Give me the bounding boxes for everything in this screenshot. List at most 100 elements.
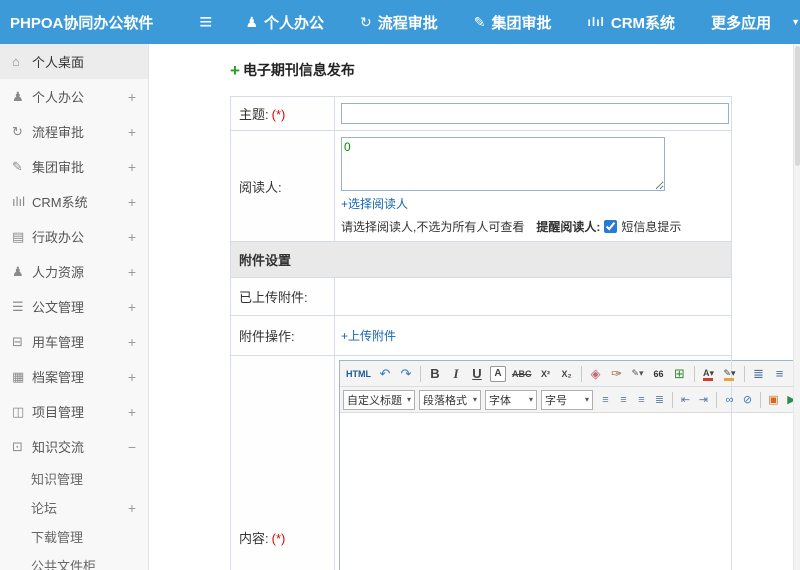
toolbar-separator bbox=[716, 391, 717, 408]
expand-toggle[interactable]: + bbox=[128, 334, 136, 350]
toolbar-separator bbox=[743, 365, 745, 382]
superscript-icon[interactable]: X² bbox=[536, 364, 556, 384]
sidebar-item-project-mgmt[interactable]: ◫ 项目管理 + bbox=[0, 394, 148, 429]
nav-group-approval-label: 集团审批 bbox=[491, 14, 552, 32]
expand-toggle[interactable]: + bbox=[128, 299, 136, 315]
align-right-icon[interactable]: ≡ bbox=[633, 390, 650, 410]
editor-content-area[interactable] bbox=[340, 413, 796, 570]
sidebar-subitem-public-file-cabinet[interactable]: 公共文件柜 bbox=[0, 551, 148, 570]
italic-icon[interactable]: I bbox=[446, 364, 466, 384]
html-source-icon[interactable]: HTML bbox=[343, 364, 374, 384]
uploaded-attachments-field-cell bbox=[334, 277, 732, 316]
rich-text-editor: HTML↶↷BIUAABCX²X₂◈✑✎▾66⊞A▾✎▾≣≡◱ 自定义标题▾段落… bbox=[339, 360, 797, 570]
highlight-color-icon[interactable]: ✎▾ bbox=[720, 364, 740, 384]
sidebar-item-personal-desktop[interactable]: ⌂ 个人桌面 bbox=[0, 44, 148, 79]
font-family-select[interactable]: 字体 ▾ bbox=[485, 389, 537, 410]
align-justify-icon[interactable]: ≣ bbox=[651, 390, 668, 410]
sidebar-item-document-mgmt[interactable]: ☰ 公文管理 + bbox=[0, 289, 148, 324]
paragraph-format-select[interactable]: 段落格式 ▾ bbox=[419, 389, 481, 410]
nav-crm-system[interactable]: ılıl CRM系统 bbox=[588, 12, 676, 33]
link-icon[interactable]: ∞ bbox=[721, 390, 738, 410]
nav-workflow-approval[interactable]: ↻ 流程审批 bbox=[360, 12, 438, 33]
readers-label-cell: 阅读人: bbox=[230, 130, 335, 242]
undo-icon[interactable]: ↶ bbox=[375, 364, 395, 384]
custom-title-select-value: 自定义标题 bbox=[347, 394, 402, 407]
subject-row: 主题: (*) bbox=[230, 96, 732, 131]
subject-input[interactable] bbox=[341, 103, 729, 124]
people-icon: ♟ bbox=[12, 263, 24, 279]
sidebar-item-personal-office[interactable]: ♟ 个人办公 + bbox=[0, 79, 148, 114]
sidebar-item-vehicle-mgmt[interactable]: ⊟ 用车管理 + bbox=[0, 324, 148, 359]
uploaded-attachments-label: 已上传附件: bbox=[239, 290, 308, 305]
sidebar-item-crm-system[interactable]: ılıl CRM系统 + bbox=[0, 184, 148, 219]
chevron-down-icon[interactable]: ▼ bbox=[791, 17, 800, 27]
content-label-cell: 内容: (*) bbox=[230, 355, 335, 570]
expand-toggle[interactable]: + bbox=[128, 124, 136, 140]
table-icon[interactable]: ⊞ bbox=[670, 364, 690, 384]
font-color-icon[interactable]: A▾ bbox=[699, 364, 719, 384]
sidebar-item-workflow-approval[interactable]: ↻ 流程审批 + bbox=[0, 114, 148, 149]
collapse-toggle[interactable]: − bbox=[128, 439, 136, 455]
subscript-icon[interactable]: X₂ bbox=[557, 364, 577, 384]
sidebar-subitem-knowledge-mgmt[interactable]: 知识管理 bbox=[0, 464, 148, 493]
expand-toggle[interactable]: + bbox=[128, 89, 136, 105]
sidebar-subitem-download-mgmt[interactable]: 下载管理 bbox=[0, 522, 148, 551]
sidebar-item-archive-mgmt[interactable]: ▦ 档案管理 + bbox=[0, 359, 148, 394]
align-left-icon[interactable]: ≡ bbox=[597, 390, 614, 410]
expand-toggle[interactable]: + bbox=[128, 229, 136, 245]
nav-more-apps[interactable]: 更多应用 ▼ bbox=[711, 12, 800, 33]
sms-checkbox[interactable] bbox=[604, 220, 618, 233]
align-center-icon[interactable]: ≡ bbox=[615, 390, 632, 410]
expand-toggle[interactable]: + bbox=[128, 159, 136, 175]
pen-dropdown-icon[interactable]: ✎▾ bbox=[628, 364, 648, 384]
sidebar-subitem-forum[interactable]: 论坛 + bbox=[0, 493, 148, 522]
expand-toggle[interactable]: + bbox=[128, 264, 136, 280]
nav-group-approval[interactable]: ✎ 集团审批 bbox=[474, 12, 552, 33]
sidebar-item-group-approval[interactable]: ✎ 集团审批 + bbox=[0, 149, 148, 184]
readers-hint-line: 请选择阅读人,不选为所有人可查看 提醒阅读人: 短信息提示 bbox=[341, 218, 725, 235]
unlink-icon[interactable]: ⊘ bbox=[739, 390, 756, 410]
main-content: + 电子期刊信息发布 主题: (*) 阅读人: 0 +选择阅读人 请选择阅读人,… bbox=[149, 44, 800, 570]
nav-crm-system-label: CRM系统 bbox=[610, 14, 676, 32]
eraser-icon[interactable]: ◈ bbox=[586, 364, 606, 384]
toolbar-separator bbox=[672, 391, 673, 408]
page-title: + 电子期刊信息发布 bbox=[230, 60, 800, 80]
indent-icon[interactable]: ⇥ bbox=[695, 390, 712, 410]
sidebar: ⌂ 个人桌面 ♟ 个人办公 + ↻ 流程审批 + ✎ 集团审批 + ılıl C… bbox=[0, 44, 149, 570]
image-icon[interactable]: ▣ bbox=[765, 390, 782, 410]
hamburger-menu-icon[interactable]: ≡ bbox=[196, 11, 215, 33]
font-size-select[interactable]: 字号 ▾ bbox=[541, 389, 593, 410]
select-readers-link[interactable]: +选择阅读人 bbox=[341, 195, 408, 212]
sidebar-item-knowledge-exchange[interactable]: ⊡ 知识交流 − bbox=[0, 429, 148, 464]
sidebar-item-hr[interactable]: ♟ 人力资源 + bbox=[0, 254, 148, 289]
underline-icon[interactable]: U bbox=[467, 364, 487, 384]
nav-workflow-approval-label: 流程审批 bbox=[377, 14, 438, 32]
redo-icon[interactable]: ↷ bbox=[396, 364, 416, 384]
upload-attachment-link[interactable]: +上传附件 bbox=[341, 327, 396, 344]
custom-title-select[interactable]: 自定义标题 ▾ bbox=[343, 389, 415, 410]
expand-toggle[interactable]: + bbox=[128, 404, 136, 420]
readers-textarea[interactable]: 0 bbox=[341, 137, 665, 191]
outdent-icon[interactable]: ⇤ bbox=[677, 390, 694, 410]
toolbar-separator bbox=[420, 365, 421, 382]
expand-toggle[interactable]: + bbox=[128, 500, 136, 516]
bold-icon[interactable]: B bbox=[425, 364, 445, 384]
format-painter-icon[interactable]: ✑ bbox=[607, 364, 627, 384]
uploaded-attachments-label-cell: 已上传附件: bbox=[230, 277, 335, 316]
attachment-actions-label: 附件操作: bbox=[239, 329, 295, 344]
sidebar-item-admin-office[interactable]: ▤ 行政办公 + bbox=[0, 219, 148, 254]
document-icon: ☰ bbox=[12, 298, 24, 314]
strikethrough-icon[interactable]: ABC bbox=[509, 364, 535, 384]
vertical-scrollbar[interactable] bbox=[793, 44, 800, 570]
content-row: 内容:(*) HTML↶↷BIUAABCX²X₂◈✑✎▾66⊞A▾✎▾≣≡◱ 自… bbox=[230, 355, 797, 570]
ordered-list-icon[interactable]: ≣ bbox=[749, 364, 769, 384]
expand-toggle[interactable]: + bbox=[128, 369, 136, 385]
unordered-list-icon[interactable]: ≡ bbox=[770, 364, 790, 384]
nav-personal-office[interactable]: ♟ 个人办公 bbox=[245, 12, 324, 33]
required-mark: (*) bbox=[271, 530, 286, 546]
font-format-icon[interactable]: A bbox=[490, 365, 506, 382]
expand-toggle[interactable]: + bbox=[128, 194, 136, 210]
scrollbar-thumb[interactable] bbox=[794, 46, 800, 166]
readers-hint: 请选择阅读人,不选为所有人可查看 bbox=[341, 220, 525, 234]
blockquote-icon[interactable]: 66 bbox=[649, 364, 669, 384]
